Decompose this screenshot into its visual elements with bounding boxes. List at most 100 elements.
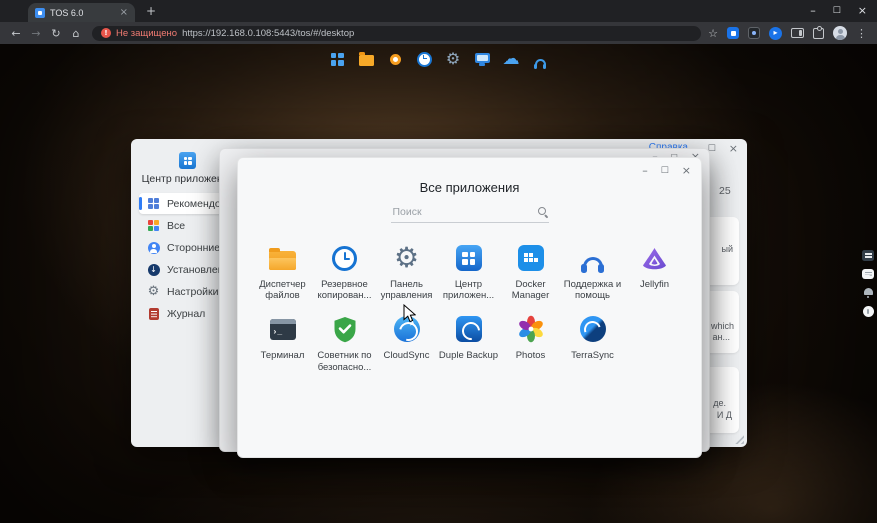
security-warning-label[interactable]: Не защищено (116, 28, 177, 39)
all-apps-window-controls (642, 165, 691, 176)
side-panel-icon[interactable] (791, 28, 804, 38)
photos-pinwheel-icon (517, 315, 545, 343)
help-circle-icon[interactable] (863, 306, 874, 317)
app-item-jellyfin[interactable]: Jellyfin (624, 243, 686, 301)
app-label: Docker Manager (500, 279, 562, 301)
reload-button[interactable] (47, 28, 65, 39)
feedback-icon[interactable] (862, 250, 874, 261)
media-control-icon[interactable] (769, 27, 782, 40)
terrasync-icon (580, 316, 606, 342)
dock-control-panel-icon[interactable] (444, 50, 463, 69)
text-fragment: ан... (713, 332, 730, 342)
backup-clock-icon (332, 246, 357, 271)
dock-backup-clock-icon[interactable] (415, 50, 434, 69)
app-label: Центр приложен... (438, 279, 500, 301)
browser-minimize-button[interactable] (810, 5, 816, 16)
all-apps-maximize-button[interactable] (661, 166, 669, 175)
resize-grip[interactable] (734, 434, 744, 444)
app-item-security-advisor[interactable]: Советник по безопасно... (314, 314, 376, 372)
app-item-file-manager[interactable]: Диспетчер файлов (252, 243, 314, 301)
dock-app-center-icon[interactable] (328, 50, 347, 69)
text-fragment: which (711, 321, 734, 331)
browser-window-controls (810, 5, 867, 16)
new-tab-button[interactable] (143, 5, 159, 17)
app-item-docker-manager[interactable]: Docker Manager (500, 243, 562, 301)
sidebar-item-label: Журнал (167, 308, 205, 320)
forward-button[interactable] (27, 28, 45, 39)
bell-icon[interactable] (863, 287, 874, 298)
settings-gear-icon (147, 285, 160, 298)
home-button[interactable] (67, 28, 85, 39)
edge-panel (862, 250, 874, 317)
browser-toolbar: Не защищено https://192.168.0.108:5443/t… (0, 22, 877, 44)
extension-icon-1[interactable] (727, 27, 739, 39)
chat-icon[interactable] (862, 269, 874, 279)
toolbar-right (708, 26, 870, 40)
mouse-cursor (403, 304, 416, 323)
address-bar[interactable]: Не защищено https://192.168.0.108:5443/t… (92, 26, 701, 41)
dialog-title: Все приложения (238, 180, 701, 195)
app-label: TerraSync (571, 350, 614, 361)
app-item-terrasync[interactable]: TerraSync (562, 314, 624, 372)
dock-tos-ring-icon[interactable] (386, 50, 405, 69)
app-item-photos[interactable]: Photos (500, 314, 562, 372)
tab-close-icon[interactable] (120, 8, 128, 18)
file-manager-icon (269, 251, 296, 270)
tab-title: TOS 6.0 (50, 8, 115, 18)
sidebar-item-label: Все (167, 220, 185, 232)
all-apps-close-button[interactable] (682, 165, 691, 176)
text-fragment: де. (713, 398, 726, 408)
recommended-icon (147, 197, 160, 210)
app-item-terminal[interactable]: Терминал (252, 314, 314, 372)
app-label: Советник по безопасно... (314, 350, 376, 372)
app-label: Резервное копирован... (314, 279, 376, 301)
journal-icon (147, 307, 160, 320)
sidebar-item-label: Настройки (167, 286, 219, 298)
dock-cloud-sync-icon[interactable] (502, 50, 521, 69)
app-label: CloudSync (384, 350, 430, 361)
all-apps-minimize-button[interactable] (642, 165, 648, 176)
app-item-cloudsync[interactable]: CloudSync (376, 314, 438, 372)
app-item-backup[interactable]: Резервное копирован... (314, 243, 376, 301)
app-label: Duple Backup (439, 350, 498, 361)
terminal-icon (270, 319, 296, 340)
review-count: 25 (719, 185, 731, 197)
apps-grid: Диспетчер файлов Резервное копирован... … (252, 243, 688, 373)
bookmark-star-icon[interactable] (708, 28, 718, 39)
security-warning-icon[interactable] (101, 28, 111, 38)
search-input[interactable] (391, 204, 538, 220)
profile-avatar[interactable] (833, 26, 847, 40)
text-fragment: ый (722, 244, 734, 254)
app-item-control-panel[interactable]: Панель управления (376, 243, 438, 301)
dock-remote-desktop-icon[interactable] (473, 50, 492, 69)
extensions-puzzle-icon[interactable] (813, 28, 824, 39)
installed-icon (147, 263, 160, 276)
control-panel-gear-icon (394, 244, 419, 272)
app-center-logo-icon (179, 152, 196, 169)
dock-support-headset-icon[interactable] (531, 50, 550, 69)
all-apps-dialog: Все приложения Диспетчер файлов Резервно… (237, 157, 702, 458)
app-label: Photos (516, 350, 546, 361)
app-item-support[interactable]: Поддержка и помощь (562, 243, 624, 301)
browser-menu-icon[interactable] (856, 28, 867, 39)
search-icon[interactable] (538, 207, 549, 218)
extension-icon-2[interactable] (748, 27, 760, 39)
url-text[interactable]: https://192.168.0.108:5443/tos/#/desktop (182, 28, 354, 39)
desktop[interactable]: Справка Центр приложений Рекомендовано В… (0, 44, 877, 523)
text-fragment: И Д (717, 410, 732, 420)
dock-file-manager-icon[interactable] (357, 50, 376, 69)
headset-icon (583, 257, 603, 269)
back-button[interactable] (7, 28, 25, 39)
browser-tab[interactable]: TOS 6.0 (28, 3, 135, 22)
app-label: Панель управления (376, 279, 438, 301)
browser-maximize-button[interactable] (833, 6, 841, 15)
app-item-app-center[interactable]: Центр приложен... (438, 243, 500, 301)
app-item-duple-backup[interactable]: Duple Backup (438, 314, 500, 372)
app-label: Диспетчер файлов (252, 279, 314, 301)
tab-strip: TOS 6.0 (0, 0, 877, 22)
browser-close-button[interactable] (858, 5, 867, 16)
docker-icon (518, 245, 544, 271)
app-center-close-button[interactable] (729, 143, 738, 154)
tab-favicon-icon (35, 8, 45, 18)
app-label: Jellyfin (640, 279, 669, 290)
